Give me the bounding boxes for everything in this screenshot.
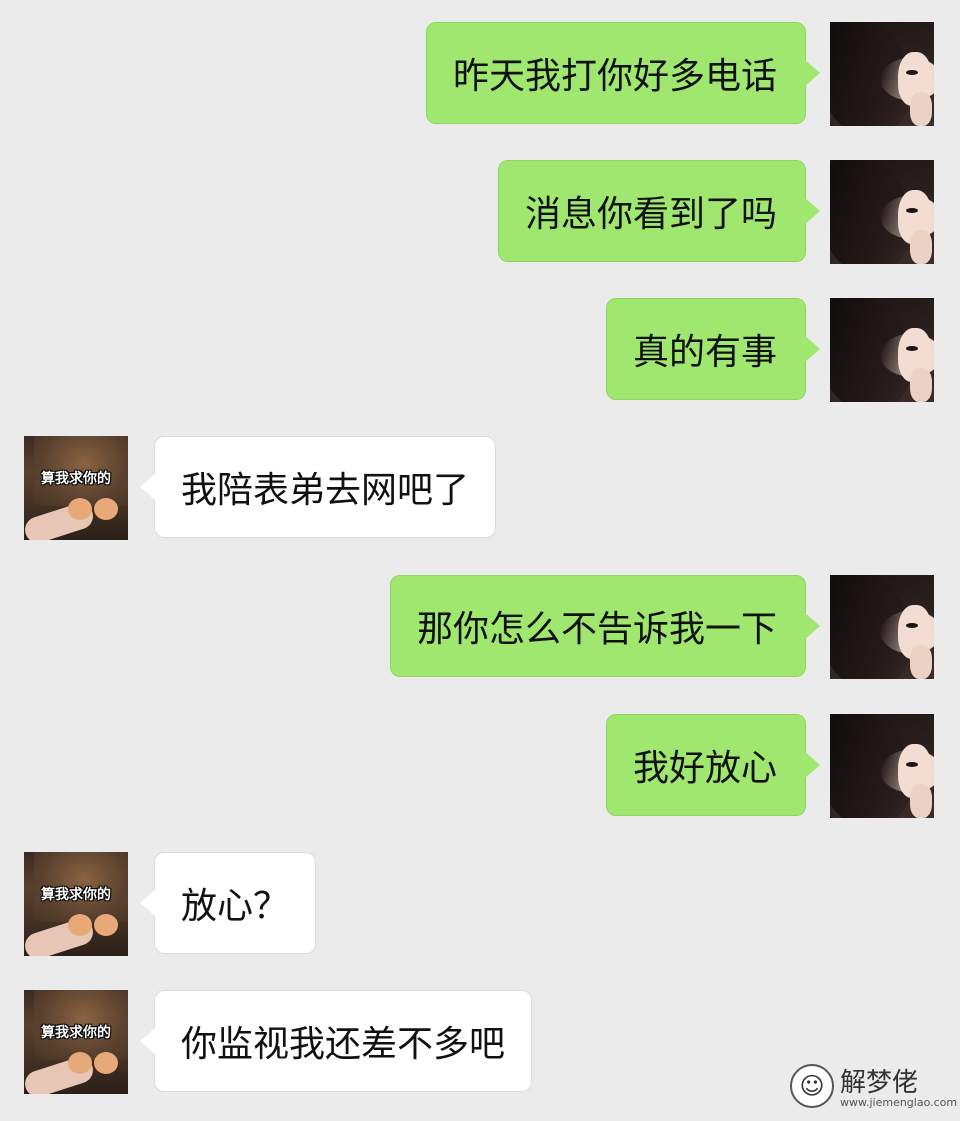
message-row: 算我求你的 我陪表弟去网吧了 [0,436,960,540]
watermark-title: 解梦佬 [840,1068,919,1098]
message-text: 那你怎么不告诉我一下 [416,609,777,650]
watermark-url: www.jiemenglao.com [840,1096,958,1109]
message-text: 放心？ [181,886,290,927]
contact-avatar[interactable]: 算我求你的 [24,852,128,956]
sent-message-bubble[interactable]: 那你怎么不告诉我一下 [389,575,820,677]
sent-message-bubble[interactable]: 我好放心 [605,714,820,816]
avatar-caption: 算我求你的 [41,471,111,487]
sender-avatar[interactable] [830,714,934,818]
bubble-tail [140,473,156,501]
received-message-bubble[interactable]: 我陪表弟去网吧了 [140,436,497,538]
bubble-tail [804,59,820,87]
bubble-tail [804,751,820,779]
sent-message-bubble[interactable]: 昨天我打你好多电话 [425,22,820,124]
message-text: 昨天我打你好多电话 [452,56,777,97]
avatar-caption: 算我求你的 [41,1025,111,1041]
message-row: 消息你看到了吗 [0,160,960,264]
message-row: 真的有事 [0,298,960,402]
message-row: 我好放心 [0,714,960,818]
bubble-tail [140,1027,156,1055]
bubble-tail [804,612,820,640]
message-row: 那你怎么不告诉我一下 [0,575,960,679]
bubble-tail [804,197,820,225]
message-text: 我好放心 [632,748,777,789]
bubble-tail [804,335,820,363]
watermark-logo-icon: ☺ [790,1064,834,1108]
received-message-bubble[interactable]: 你监视我还差不多吧 [140,990,533,1092]
sent-message-bubble[interactable]: 真的有事 [605,298,820,400]
bubble-tail [140,889,156,917]
contact-avatar[interactable]: 算我求你的 [24,436,128,540]
contact-avatar[interactable]: 算我求你的 [24,990,128,1094]
sender-avatar[interactable] [830,160,934,264]
sender-avatar[interactable] [830,298,934,402]
received-message-bubble[interactable]: 放心？ [140,852,317,954]
message-text: 你监视我还差不多吧 [181,1024,506,1065]
sender-avatar[interactable] [830,575,934,679]
message-row: 昨天我打你好多电话 [0,22,960,126]
message-row: 算我求你的 放心？ [0,852,960,956]
sender-avatar[interactable] [830,22,934,126]
message-text: 我陪表弟去网吧了 [181,470,470,511]
message-text: 真的有事 [632,332,777,373]
sent-message-bubble[interactable]: 消息你看到了吗 [497,160,820,262]
watermark: ☺ 解梦佬 www.jiemenglao.com [790,1062,958,1118]
message-text: 消息你看到了吗 [524,194,777,235]
avatar-caption: 算我求你的 [41,887,111,903]
